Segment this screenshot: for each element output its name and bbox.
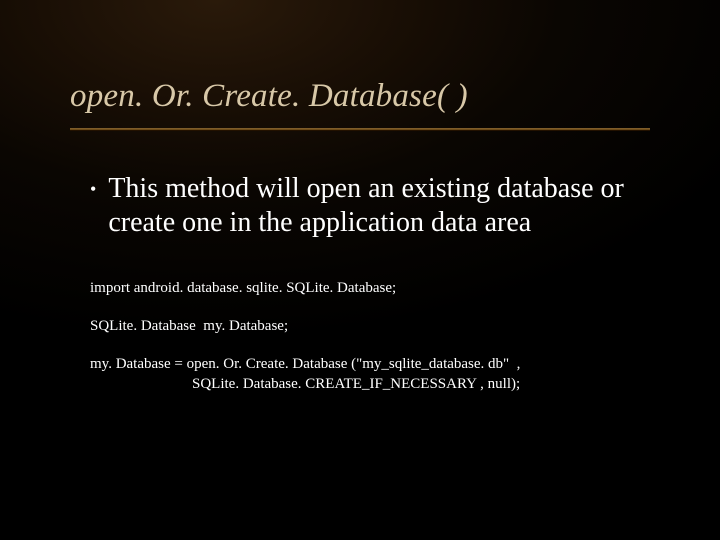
code-line-3b: SQLite. Database. CREATE_IF_NECESSARY , … [90,374,650,394]
code-line-1: import android. database. sqlite. SQLite… [90,278,650,298]
code-block: import android. database. sqlite. SQLite… [90,278,650,394]
bullet-text: This method will open an existing databa… [108,172,655,240]
title-underline [70,128,650,131]
code-line-3a: my. Database = open. Or. Create. Databas… [90,354,650,374]
code-line-2: SQLite. Database my. Database; [90,316,650,336]
slide: open. Or. Create. Database( ) • This met… [0,0,720,540]
bullet-marker: • [90,172,96,206]
bullet-item: • This method will open an existing data… [90,172,655,240]
slide-body: • This method will open an existing data… [90,172,655,240]
slide-title: open. Or. Create. Database( ) [70,78,468,115]
